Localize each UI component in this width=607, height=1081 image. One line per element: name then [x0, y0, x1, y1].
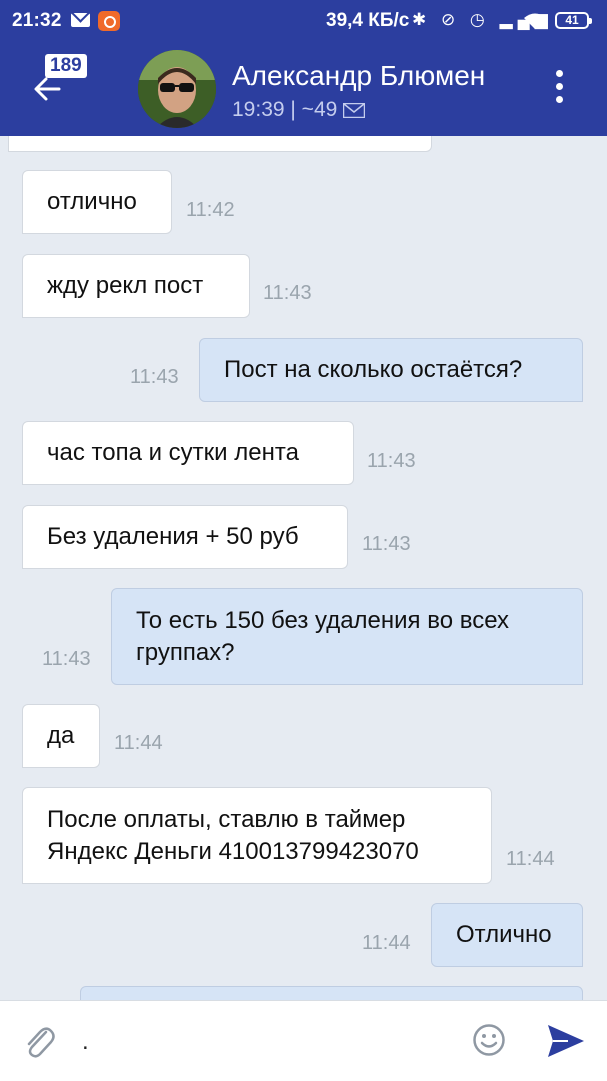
more-vertical-icon [556, 70, 563, 77]
message-incoming[interactable]: жду рекл пост [22, 254, 250, 318]
message-text: жду рекл пост [47, 272, 204, 299]
message-time: 11:44 [114, 732, 163, 754]
message-text: Пост на сколько остаётся? [224, 356, 523, 383]
message-text: да [47, 722, 75, 749]
message-time: 11:42 [186, 199, 235, 221]
more-vertical-icon-dot [556, 96, 563, 103]
message-outgoing[interactable]: Отлично [431, 903, 583, 967]
message-outgoing[interactable]: То есть 150 без удаления во всех группах… [111, 588, 583, 685]
message-bubble-partial [80, 986, 583, 1000]
message-text: Без удаления + 50 руб [47, 523, 299, 550]
emoji-icon[interactable] [472, 1023, 506, 1057]
avatar-photo [138, 50, 216, 128]
message-incoming[interactable]: час топа и сутки лента [22, 421, 354, 485]
message-incoming[interactable]: отлично [22, 170, 172, 234]
message-time: 11:44 [506, 848, 555, 870]
message-time: 11:43 [42, 648, 91, 670]
message-time: 11:43 [130, 366, 179, 388]
app-notification-icon [98, 11, 120, 31]
more-vertical-icon-dot [556, 83, 563, 90]
message-list[interactable]: отлично 11:42 жду рекл пост 11:43 11:43 … [0, 136, 607, 1000]
avatar[interactable] [138, 50, 216, 128]
network-speed: 39,4 КБ/с [326, 10, 410, 31]
send-icon[interactable] [546, 1023, 586, 1059]
chat-header: 189 Александр Блюмен 19:39 | ~49 [0, 42, 607, 136]
message-incoming[interactable]: да [22, 704, 100, 768]
back-arrow-icon [34, 77, 61, 101]
envelope-icon [343, 102, 366, 118]
message-outgoing[interactable]: Пост на сколько остаётся? [199, 338, 583, 402]
message-text: Отлично [456, 921, 552, 948]
contact-last-seen: 19:39 | ~49 [232, 98, 366, 122]
message-time: 11:43 [263, 282, 312, 304]
message-time: 11:44 [362, 932, 411, 954]
status-bar: 21:32 39,4 КБ/с ✱ ⊘ ◷ ▂▄▆ 41 [0, 0, 607, 42]
paperclip-icon[interactable] [22, 1023, 56, 1061]
battery-icon: 41 [555, 12, 592, 29]
wifi-icon [524, 13, 546, 29]
message-incoming[interactable]: Без удаления + 50 руб [22, 505, 348, 569]
message-incoming[interactable]: После оплаты, ставлю в таймер Яндекс Ден… [22, 787, 492, 884]
contact-name[interactable]: Александр Блюмен [232, 60, 522, 92]
message-composer [0, 1000, 607, 1081]
back-button[interactable]: 189 [0, 42, 110, 136]
message-time: 11:43 [362, 533, 411, 555]
message-time: 11:43 [367, 450, 416, 472]
message-text: То есть 150 без удаления во всех группах… [136, 606, 510, 666]
message-text: час топа и сутки лента [47, 439, 299, 466]
message-text: отлично [47, 188, 137, 215]
message-text: После оплаты, ставлю в таймер Яндекс Ден… [47, 805, 419, 865]
more-options-button[interactable] [548, 70, 572, 110]
message-input[interactable] [80, 1023, 464, 1061]
message-bubble-partial [8, 136, 432, 152]
last-seen-text: 19:39 | ~49 [232, 98, 338, 121]
mail-notification-icon [71, 13, 90, 27]
status-time: 21:32 [12, 10, 62, 31]
unread-count-badge: 189 [45, 54, 87, 78]
